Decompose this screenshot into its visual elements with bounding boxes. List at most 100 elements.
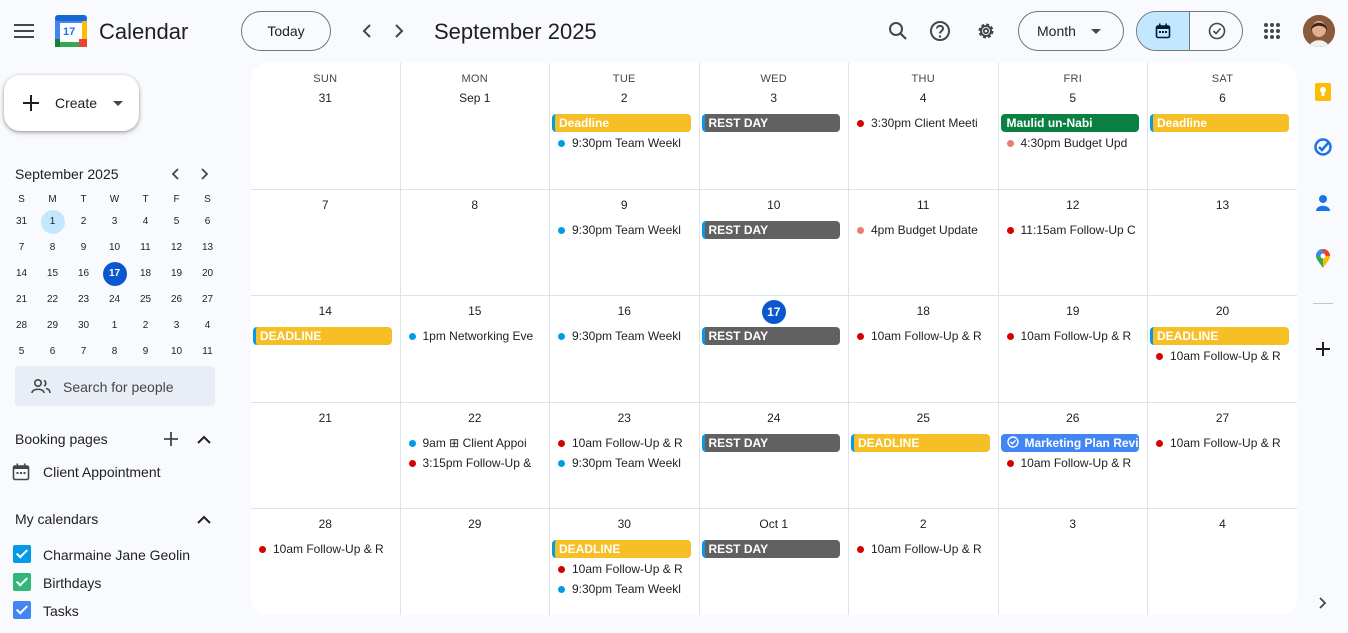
main-menu-button[interactable] (8, 15, 40, 47)
all-day-event-chip[interactable]: REST DAY (701, 221, 840, 239)
day-number[interactable]: 25 (849, 411, 998, 425)
mini-day[interactable]: 6 (37, 339, 68, 365)
booking-page-item[interactable]: Client Appointment (12, 460, 232, 484)
timed-event[interactable]: 9:30pm Team Weekl (552, 221, 691, 239)
mini-day[interactable]: 1 (99, 313, 130, 339)
next-period-button[interactable] (384, 15, 414, 47)
day-number[interactable]: Sep 1 (401, 91, 550, 105)
all-day-event-chip[interactable]: Marketing Plan Revi (1000, 434, 1139, 452)
mini-day[interactable]: 10 (99, 235, 130, 261)
mini-day[interactable]: 26 (161, 287, 192, 313)
all-day-event-chip[interactable]: REST DAY (701, 327, 840, 345)
mini-prev-month-button[interactable] (164, 163, 186, 185)
timed-event[interactable]: 10am Follow-Up & R (552, 560, 691, 578)
mini-day[interactable]: 13 (192, 235, 223, 261)
day-cell[interactable]: 20 DEADLINE 10am Follow-Up & R (1148, 296, 1297, 403)
day-cell[interactable]: 13 (1148, 190, 1297, 296)
mini-day[interactable]: 3 (161, 313, 192, 339)
day-cell[interactable]: THU 4 3:30pm Client Meeti (849, 63, 999, 190)
day-number[interactable]: 10 (700, 198, 849, 212)
timed-event[interactable]: 10am Follow-Up & R (552, 434, 691, 452)
timed-event[interactable]: 10am Follow-Up & R (1150, 347, 1289, 365)
mini-day[interactable]: 29 (37, 313, 68, 339)
mini-next-month-button[interactable] (194, 163, 216, 185)
mini-day[interactable]: 6 (192, 209, 223, 235)
day-number[interactable]: 8 (401, 198, 550, 212)
day-number[interactable]: 16 (550, 304, 699, 318)
calendar-logo[interactable]: 17 (55, 15, 87, 47)
day-cell[interactable]: 10 REST DAY (699, 190, 849, 296)
mini-day[interactable]: 19 (161, 261, 192, 287)
day-number[interactable]: 15 (401, 304, 550, 318)
all-day-event-chip[interactable]: REST DAY (701, 434, 840, 452)
day-cell[interactable]: 28 10am Follow-Up & R (251, 509, 401, 615)
support-button[interactable] (924, 15, 956, 47)
add-booking-page-button[interactable] (160, 428, 182, 450)
mini-day[interactable]: 15 (37, 261, 68, 287)
settings-button[interactable] (970, 15, 1002, 47)
all-day-event-chip[interactable]: REST DAY (701, 114, 840, 132)
day-number[interactable]: 2 (849, 517, 998, 531)
create-button[interactable]: Create (4, 75, 139, 131)
mini-day[interactable]: 14 (6, 261, 37, 287)
day-number[interactable]: 21 (251, 411, 400, 425)
mini-day[interactable]: 12 (161, 235, 192, 261)
day-number[interactable]: 30 (550, 517, 699, 531)
day-cell[interactable]: 24 REST DAY (699, 403, 849, 509)
day-number[interactable]: 22 (401, 411, 550, 425)
day-cell[interactable]: 7 (251, 190, 401, 296)
day-cell[interactable]: 29 (401, 509, 550, 615)
mini-day[interactable]: 5 (161, 209, 192, 235)
mini-day[interactable]: 31 (6, 209, 37, 235)
mini-day[interactable]: 7 (68, 339, 99, 365)
mini-day[interactable]: 11 (192, 339, 223, 365)
today-button[interactable]: Today (241, 11, 331, 51)
day-cell[interactable]: 15 1pm Networking Eve (400, 296, 550, 403)
timed-event[interactable]: 10am Follow-Up & R (1001, 327, 1140, 345)
mini-day[interactable]: 18 (130, 261, 161, 287)
mini-day[interactable]: 3 (99, 209, 130, 235)
view-switcher-dropdown[interactable]: Month (1018, 11, 1124, 51)
all-day-event-chip[interactable]: Deadline (1150, 114, 1289, 132)
mini-day[interactable]: 4 (130, 209, 161, 235)
timed-event[interactable]: 4:30pm Budget Upd (1001, 134, 1140, 152)
timed-event[interactable]: 10am Follow-Up & R (253, 540, 392, 558)
mini-day[interactable]: 21 (6, 287, 37, 313)
day-cell[interactable]: 14 DEADLINE (251, 296, 401, 403)
timed-event[interactable]: 10am Follow-Up & R (851, 327, 990, 345)
day-cell[interactable]: 19 10am Follow-Up & R (998, 296, 1148, 403)
timed-event[interactable]: 9:30pm Team Weekl (552, 580, 691, 598)
timed-event[interactable]: 9:30pm Team Weekl (552, 454, 691, 472)
day-cell[interactable]: 18 10am Follow-Up & R (849, 296, 999, 403)
account-avatar[interactable] (1303, 15, 1335, 47)
mini-day[interactable]: 24 (99, 287, 130, 313)
calendar-checkbox[interactable] (13, 601, 31, 619)
mini-day[interactable]: 7 (6, 235, 37, 261)
day-number[interactable]: 11 (849, 198, 998, 212)
day-cell[interactable]: 30 DEADLINE 10am Follow-Up & R 9:30pm Team … (550, 509, 700, 615)
mini-day[interactable]: 11 (130, 235, 161, 261)
day-number[interactable]: 6 (1148, 91, 1297, 105)
keep-button[interactable] (1310, 79, 1336, 105)
day-number[interactable]: 20 (1148, 304, 1297, 318)
mini-day[interactable]: 10 (161, 339, 192, 365)
calendar-list-item[interactable]: Charmaine Jane Geolin (13, 543, 228, 567)
mini-day[interactable]: 2 (68, 209, 99, 235)
day-cell[interactable]: 23 10am Follow-Up & R 9:30pm Team Weekl (550, 403, 700, 509)
timed-event[interactable]: 1pm Networking Eve (403, 327, 542, 345)
day-cell[interactable]: 16 9:30pm Team Weekl (550, 296, 700, 403)
mini-day[interactable]: 28 (6, 313, 37, 339)
day-cell[interactable]: SUN 31 (251, 63, 401, 190)
all-day-event-chip[interactable]: Maulid un-Nabi (1000, 114, 1139, 132)
day-number[interactable]: 13 (1148, 198, 1297, 212)
mini-day[interactable]: 9 (130, 339, 161, 365)
day-number[interactable]: 4 (849, 91, 998, 105)
mini-day[interactable]: 5 (6, 339, 37, 365)
mini-day[interactable]: 25 (130, 287, 161, 313)
expand-side-panel-button[interactable] (1312, 592, 1334, 614)
day-number[interactable]: 29 (401, 517, 550, 531)
day-number[interactable]: 4 (1148, 517, 1297, 531)
day-cell[interactable]: WED 3 REST DAY (699, 63, 849, 190)
day-cell[interactable]: 21 (251, 403, 401, 509)
day-number[interactable]: 17 (700, 300, 849, 324)
